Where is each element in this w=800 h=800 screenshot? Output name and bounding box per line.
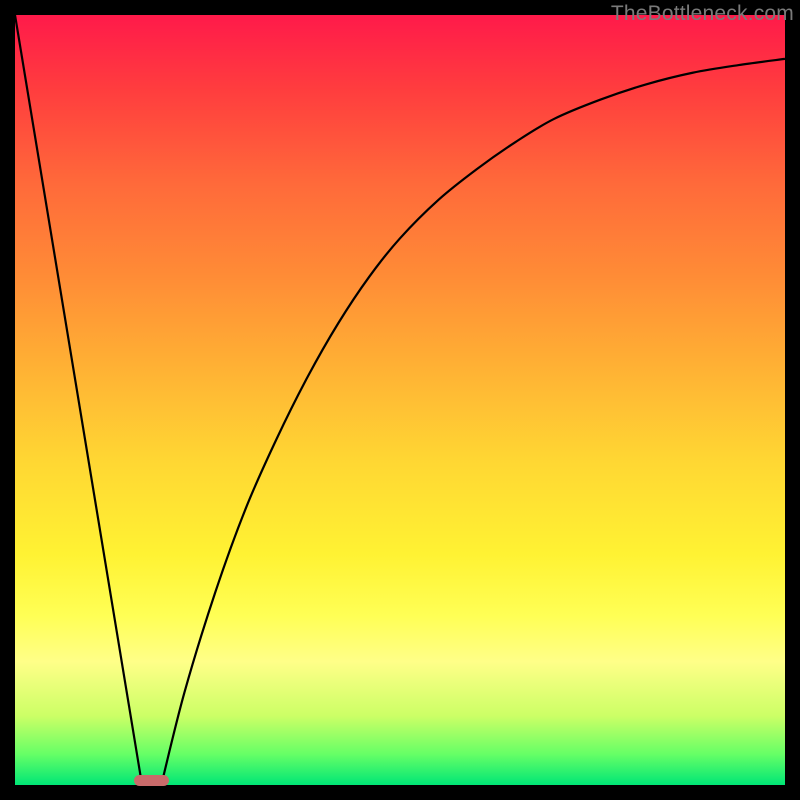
plot-area bbox=[15, 15, 785, 785]
watermark-text: TheBottleneck.com bbox=[611, 2, 794, 26]
curve-layer bbox=[15, 15, 785, 785]
right-branch-line bbox=[161, 59, 785, 785]
chart-container: TheBottleneck.com bbox=[0, 0, 800, 800]
bottleneck-marker bbox=[134, 775, 169, 786]
left-branch-line bbox=[15, 15, 142, 785]
